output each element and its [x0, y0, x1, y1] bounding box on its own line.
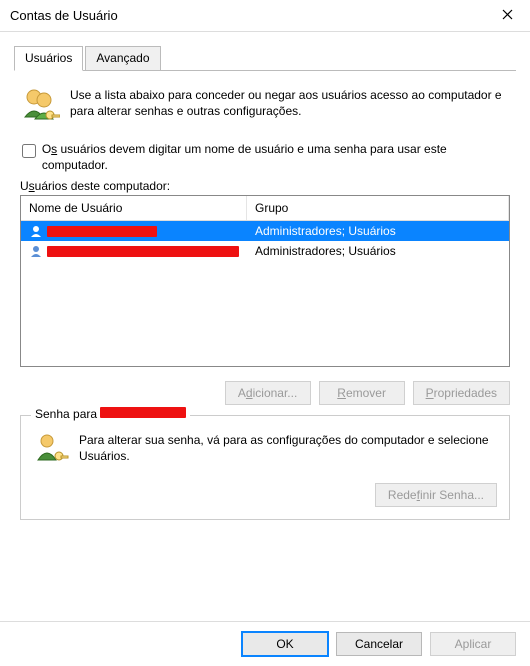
- reset-password-button[interactable]: Redefinir Senha...: [375, 483, 497, 507]
- column-header-group[interactable]: Grupo: [247, 196, 509, 220]
- cancel-button[interactable]: Cancelar: [336, 632, 422, 656]
- table-row[interactable]: Administradores; Usuários: [21, 241, 509, 261]
- properties-button[interactable]: Propriedades: [413, 381, 510, 405]
- table-row[interactable]: Administradores; Usuários: [21, 221, 509, 241]
- column-header-username[interactable]: Nome de Usuário: [21, 196, 247, 220]
- password-groupbox: Senha para Para alterar sua senha, vá pa…: [20, 415, 510, 520]
- group-cell: Administradores; Usuários: [247, 223, 509, 239]
- user-key-icon: [33, 430, 69, 469]
- titlebar: Contas de Usuário: [0, 0, 530, 32]
- username-cell: [21, 223, 247, 239]
- user-icon: [29, 244, 43, 258]
- close-icon: [502, 9, 513, 23]
- intro-text: Use a lista abaixo para conceder ou nega…: [70, 85, 510, 128]
- must-enter-credentials-label[interactable]: Os usuários devem digitar um nome de usu…: [42, 142, 510, 173]
- listview-header: Nome de Usuário Grupo: [21, 196, 509, 221]
- window-title: Contas de Usuário: [10, 8, 484, 23]
- password-info-text: Para alterar sua senha, vá para as confi…: [79, 430, 497, 469]
- apply-button[interactable]: Aplicar: [430, 632, 516, 656]
- ok-button[interactable]: OK: [242, 632, 328, 656]
- redacted-username: [100, 407, 186, 418]
- redacted-username: [47, 246, 239, 257]
- redacted-username: [47, 226, 157, 237]
- add-user-button[interactable]: Adicionar...: [225, 381, 311, 405]
- tab-strip: Usuários Avançado: [14, 46, 516, 71]
- password-groupbox-legend: Senha para: [31, 407, 190, 421]
- dialog-footer: OK Cancelar Aplicar: [0, 621, 530, 666]
- tab-users[interactable]: Usuários: [14, 46, 83, 71]
- user-icon: [29, 224, 43, 238]
- users-listview[interactable]: Nome de Usuário Grupo Administradores; U…: [20, 195, 510, 367]
- intro-row: Use a lista abaixo para conceder ou nega…: [20, 85, 510, 128]
- tab-advanced[interactable]: Avançado: [85, 46, 160, 71]
- must-enter-credentials-row: Os usuários devem digitar um nome de usu…: [20, 142, 510, 173]
- remove-user-button[interactable]: Remover: [319, 381, 405, 405]
- username-cell: [21, 243, 247, 259]
- must-enter-credentials-checkbox[interactable]: [22, 144, 36, 158]
- close-button[interactable]: [484, 0, 530, 32]
- user-buttons-row: Adicionar... Remover Propriedades: [20, 381, 510, 405]
- users-keys-icon: [20, 85, 60, 128]
- group-cell: Administradores; Usuários: [247, 243, 509, 259]
- users-list-caption: Usuários deste computador:: [20, 179, 510, 193]
